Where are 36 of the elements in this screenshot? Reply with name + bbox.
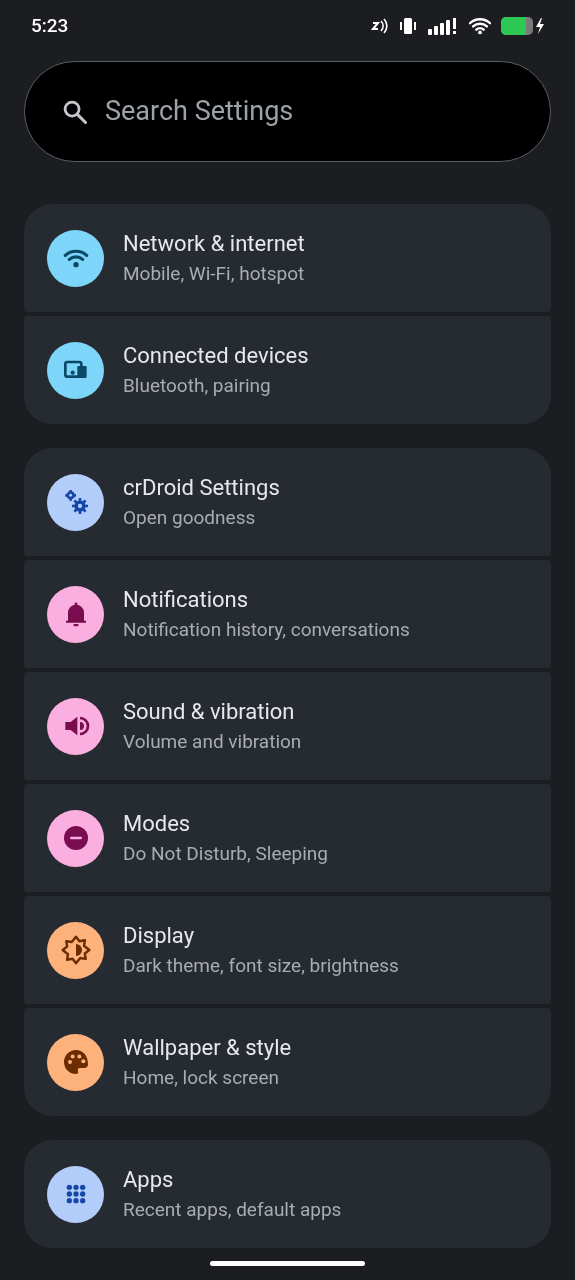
item-title: Modes (123, 810, 192, 838)
settings-item[interactable]: crDroid Settings Open goodness (24, 448, 551, 556)
item-subtitle: Bluetooth, pairing (123, 374, 272, 398)
search-field[interactable]: Search Settings (24, 61, 551, 162)
item-subtitle: Dark theme, font size, brightness (123, 954, 399, 978)
settings-item[interactable]: Network & internet Mobile, Wi-Fi, hotspot (24, 204, 551, 312)
item-title: Network & internet (123, 230, 305, 258)
item-title: Sound & vibration (123, 698, 296, 726)
battery-charging-icon (501, 16, 547, 36)
nfc-icon (371, 18, 389, 34)
brightness-icon (59, 934, 92, 966)
signal-icon (427, 17, 459, 35)
item-subtitle: Mobile, Wi-Fi, hotspot (123, 262, 305, 286)
vibrate-icon (399, 17, 417, 35)
status-time: 5:23 (31, 12, 69, 39)
item-subtitle: Open goodness (123, 506, 257, 530)
item-title: Apps (123, 1166, 175, 1194)
item-subtitle: Do Not Disturb, Sleeping (123, 842, 328, 866)
settings-item[interactable]: Wallpaper & style Home, lock screen (24, 1008, 551, 1116)
settings-item[interactable]: Sound & vibration Volume and vibration (24, 672, 551, 780)
item-title: Wallpaper & style (123, 1034, 292, 1062)
item-title: Display (123, 922, 196, 950)
item-title: crDroid Settings (123, 474, 280, 502)
item-title: Notifications (123, 586, 250, 614)
item-subtitle: Home, lock screen (123, 1066, 280, 1090)
item-title: Connected devices (123, 342, 309, 370)
item-subtitle: Recent apps, default apps (123, 1198, 342, 1222)
wifi-icon (469, 17, 491, 35)
item-subtitle: Volume and vibration (123, 730, 302, 754)
settings-item[interactable]: Modes Do Not Disturb, Sleeping (24, 784, 551, 892)
settings-item[interactable]: Display Dark theme, font size, brightness (24, 896, 551, 1004)
settings-item[interactable]: Connected devices Bluetooth, pairing (24, 316, 551, 424)
settings-item[interactable]: Apps Recent apps, default apps (24, 1140, 551, 1248)
home-indicator[interactable] (210, 1261, 365, 1266)
item-subtitle: Notification history, conversations (123, 618, 410, 642)
settings-item[interactable]: Notifications Notification history, conversations (24, 560, 551, 668)
